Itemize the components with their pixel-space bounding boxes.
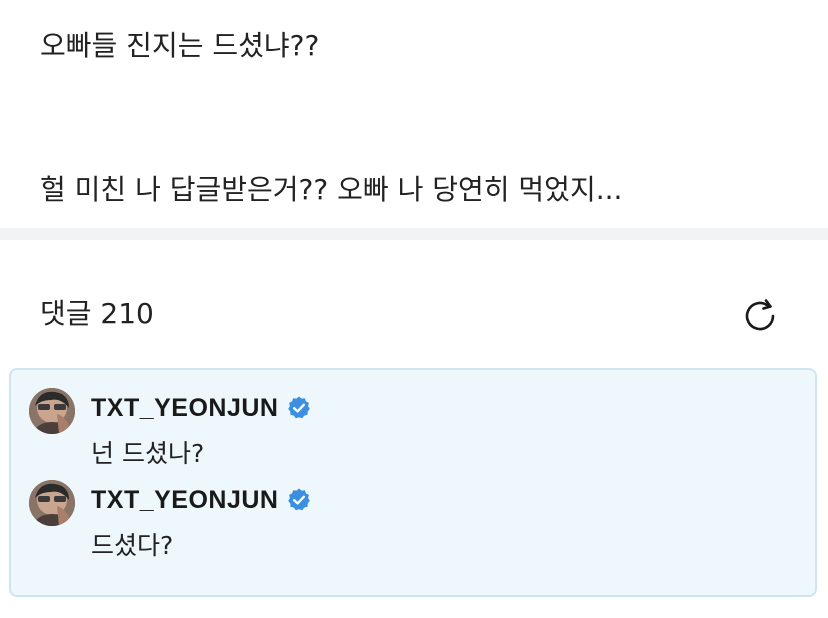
avatar-image — [29, 480, 75, 526]
avatar[interactable] — [29, 480, 75, 526]
comments-count-title: 댓글 210 — [40, 297, 154, 330]
verified-badge-icon — [288, 488, 311, 511]
comments-header: 댓글 210 — [0, 240, 828, 365]
artist-reply-box: TXT_YEONJUN 넌 드셨나? TXT_YEONJUN 드셨다? — [9, 368, 817, 597]
post-text-line: 오빠들 진지는 드셨냐?? — [40, 29, 320, 62]
author-name[interactable]: TXT_YEONJUN — [91, 486, 278, 515]
author-name[interactable]: TXT_YEONJUN — [91, 394, 278, 423]
post-text-line: 헐 미친 나 답글받은거?? 오빠 나 당연히 먹었지... — [40, 173, 623, 206]
avatar-image — [29, 388, 75, 434]
avatar[interactable] — [29, 388, 75, 434]
verified-badge-icon — [288, 396, 311, 419]
refresh-icon — [745, 299, 775, 331]
post-content: 오빠들 진지는 드셨냐?? 헐 미친 나 답글받은거?? 오빠 나 당연히 먹었… — [0, 0, 828, 228]
reply-text: 드셨다? — [91, 531, 174, 560]
author-row: TXT_YEONJUN — [91, 482, 312, 518]
refresh-button[interactable] — [740, 296, 780, 336]
author-row: TXT_YEONJUN — [91, 390, 312, 426]
section-divider — [0, 228, 828, 240]
reply-text: 넌 드셨나? — [91, 439, 205, 468]
